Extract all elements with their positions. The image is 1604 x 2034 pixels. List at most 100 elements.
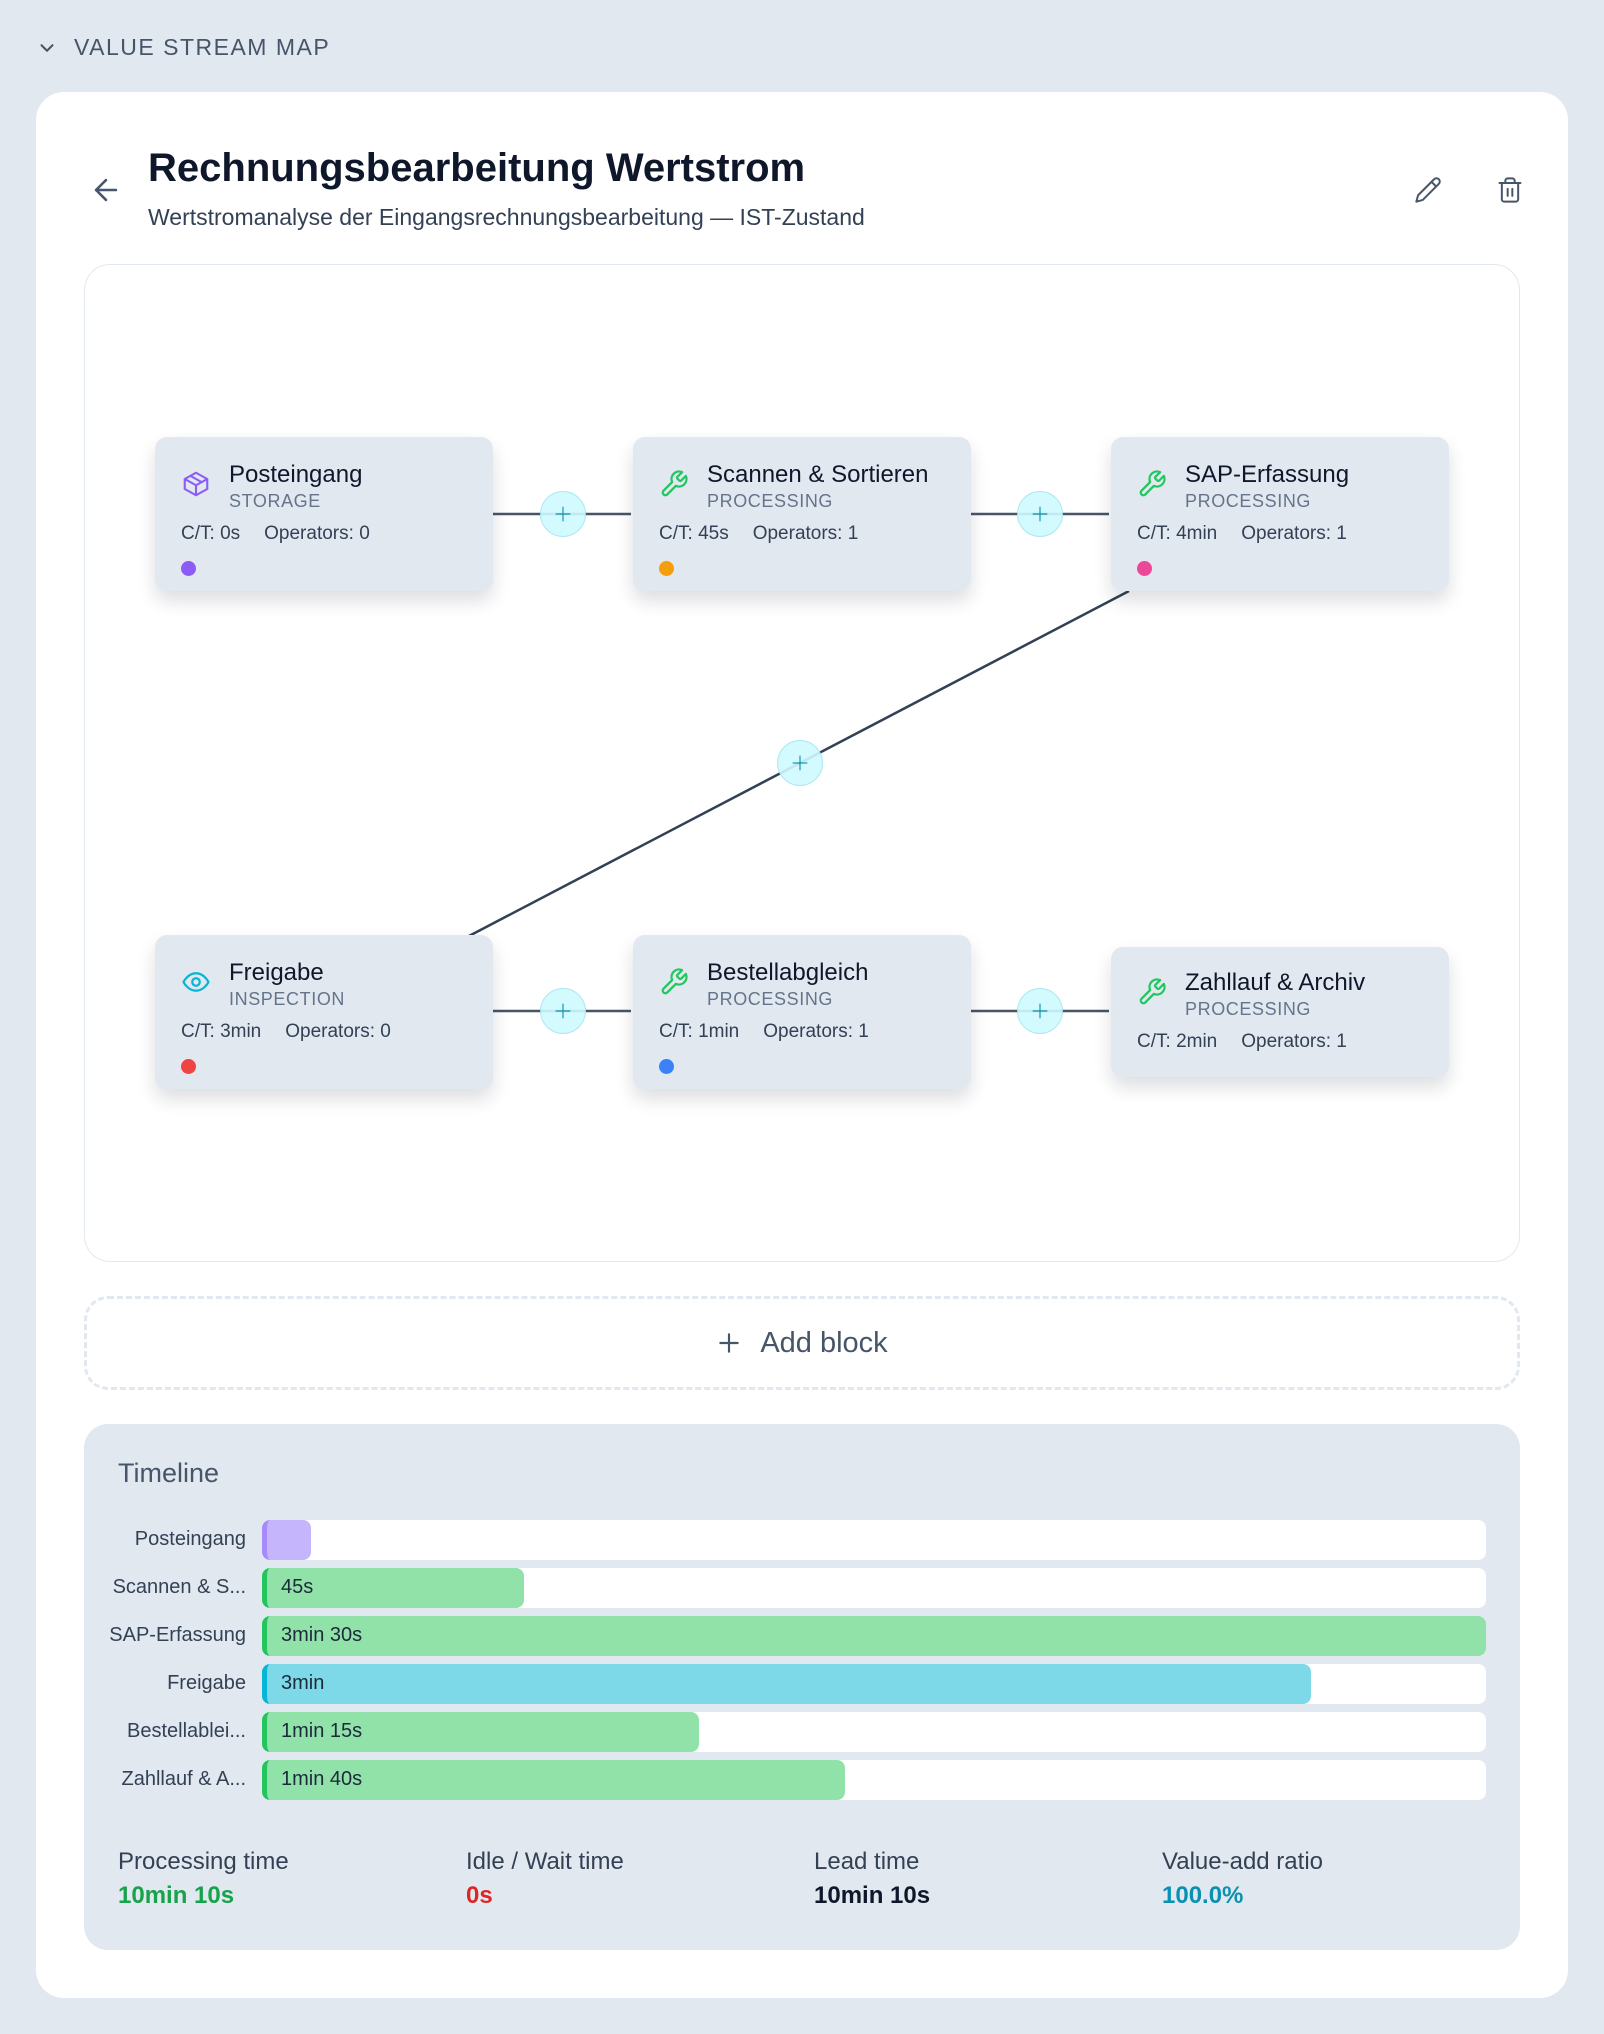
section-title: VALUE STREAM MAP bbox=[74, 34, 331, 60]
operators-label: Operators: bbox=[752, 523, 848, 544]
arrow-left-icon bbox=[94, 178, 118, 202]
page-title: Rechnungsbearbeitung Wertstrom bbox=[148, 146, 806, 190]
timeline-track: 3min bbox=[262, 1664, 1486, 1704]
block-type: PROCESSING bbox=[707, 989, 834, 1009]
cycle-time: 0s bbox=[220, 523, 241, 544]
operators-label: Operators: bbox=[285, 1021, 381, 1042]
timeline-row: Scannen & S... 45s bbox=[84, 1568, 1520, 1608]
summary-metric: Value-add ratio 100.0% bbox=[1162, 1848, 1323, 1910]
insert-node-button[interactable] bbox=[777, 740, 823, 786]
wrench-icon bbox=[659, 469, 689, 499]
timeline-bar: 45s bbox=[262, 1568, 524, 1608]
flow-block[interactable]: SAP-Erfassung PROCESSING C/T: 4min Operat… bbox=[1111, 437, 1449, 591]
flow-block[interactable]: Freigabe INSPECTION C/T: 3min Operators: … bbox=[155, 935, 493, 1089]
block-stats: C/T: 3min Operators: 0 bbox=[181, 1021, 391, 1043]
flow-block[interactable]: Posteingang STORAGE C/T: 0s Operators: 0 bbox=[155, 437, 493, 591]
wrench-icon bbox=[1137, 469, 1167, 499]
timeline-row: Bestellablei... 1min 15s bbox=[84, 1712, 1520, 1752]
operators-count: 0 bbox=[380, 1021, 391, 1042]
value-stream-card: Rechnungsbearbeitung Wertstrom Wertstrom… bbox=[36, 92, 1568, 1998]
add-block-label: Add block bbox=[760, 1326, 888, 1359]
cycle-time-label: C/T: bbox=[1137, 1031, 1177, 1052]
add-block-button[interactable]: Add block bbox=[84, 1296, 1520, 1390]
timeline-title: Timeline bbox=[118, 1458, 220, 1488]
summary-metric: Processing time 10min 10s bbox=[118, 1848, 289, 1910]
timeline-row: Zahllauf & A... 1min 40s bbox=[84, 1760, 1520, 1800]
timeline-row-label: SAP-Erfassung bbox=[109, 1624, 246, 1646]
plus-icon bbox=[792, 755, 808, 771]
cycle-time-label: C/T: bbox=[181, 1021, 221, 1042]
status-dot bbox=[1137, 561, 1152, 576]
flow-block[interactable]: Zahllauf & Archiv PROCESSING C/T: 2min Op… bbox=[1111, 947, 1449, 1077]
timeline-track: 3min 30s bbox=[262, 1616, 1486, 1656]
metric-value: 10min 10s bbox=[814, 1882, 931, 1909]
block-type: PROCESSING bbox=[707, 491, 834, 511]
timeline-row-label: Zahllauf & A... bbox=[121, 1768, 246, 1790]
operators-count: 1 bbox=[858, 1021, 869, 1042]
status-dot bbox=[659, 1059, 674, 1074]
summary-metric: Lead time 10min 10s bbox=[814, 1848, 930, 1910]
insert-node-button[interactable] bbox=[540, 988, 586, 1034]
cycle-time-label: C/T: bbox=[1137, 523, 1177, 544]
timeline-row: SAP-Erfassung 3min 30s bbox=[84, 1616, 1520, 1656]
operators-count: 1 bbox=[1336, 1031, 1347, 1052]
timeline-bar-value: 3min bbox=[281, 1672, 325, 1694]
wrench-icon bbox=[1137, 977, 1167, 1007]
timeline-bar: 1min 40s bbox=[262, 1760, 845, 1800]
cycle-time: 2min bbox=[1176, 1031, 1218, 1052]
timeline-bar: 3min 30s bbox=[262, 1616, 1486, 1656]
cycle-time-label: C/T: bbox=[659, 523, 699, 544]
timeline-bar: 1min 15s bbox=[262, 1712, 699, 1752]
timeline-bar bbox=[262, 1520, 311, 1560]
operators-count: 1 bbox=[1336, 523, 1347, 544]
timeline-bar-value: 45s bbox=[281, 1576, 314, 1598]
timeline-bar-value: 3min 30s bbox=[281, 1624, 363, 1646]
block-name: Scannen & Sortieren bbox=[707, 461, 929, 488]
insert-node-button[interactable] bbox=[1017, 988, 1063, 1034]
metric-value: 100.0% bbox=[1162, 1882, 1244, 1909]
plus-icon bbox=[1032, 1003, 1048, 1019]
block-name: Freigabe bbox=[229, 959, 324, 986]
cycle-time: 45s bbox=[698, 523, 729, 544]
block-type: STORAGE bbox=[229, 491, 321, 511]
status-dot bbox=[659, 561, 674, 576]
timeline-bar-value: 1min 15s bbox=[281, 1720, 363, 1742]
plus-icon bbox=[555, 506, 571, 522]
cycle-time-label: C/T: bbox=[181, 523, 221, 544]
metric-value: 10min 10s bbox=[118, 1882, 235, 1909]
timeline-bar: 3min bbox=[262, 1664, 1311, 1704]
block-stats: C/T: 2min Operators: 1 bbox=[1137, 1031, 1347, 1053]
back-button[interactable] bbox=[86, 170, 126, 210]
flow-block[interactable]: Scannen & Sortieren PROCESSING C/T: 45s O… bbox=[633, 437, 971, 591]
block-name: SAP-Erfassung bbox=[1185, 461, 1350, 488]
block-type: PROCESSING bbox=[1185, 491, 1312, 511]
metric-label: Processing time bbox=[118, 1848, 289, 1875]
cycle-time: 4min bbox=[1176, 523, 1218, 544]
section-header[interactable]: VALUE STREAM MAP bbox=[36, 34, 330, 61]
insert-node-button[interactable] bbox=[1017, 491, 1063, 537]
flow-block[interactable]: Bestellabgleich PROCESSING C/T: 1min Oper… bbox=[633, 935, 971, 1089]
timeline-track: 45s bbox=[262, 1568, 1486, 1608]
pencil-icon bbox=[1415, 177, 1441, 203]
status-dot bbox=[181, 1059, 196, 1074]
metric-label: Value-add ratio bbox=[1162, 1848, 1323, 1875]
chevron-down-icon[interactable] bbox=[36, 37, 58, 59]
block-name: Bestellabgleich bbox=[707, 959, 869, 986]
flow-canvas[interactable]: Posteingang STORAGE C/T: 0s Operators: 0 … bbox=[84, 264, 1520, 1262]
timeline-row-label: Scannen & S... bbox=[112, 1576, 246, 1598]
edit-button[interactable] bbox=[1406, 168, 1450, 212]
timeline-track: 1min 15s bbox=[262, 1712, 1486, 1752]
operators-label: Operators: bbox=[1241, 1031, 1337, 1052]
timeline-row-label: Bestellablei... bbox=[127, 1720, 246, 1742]
block-name: Zahllauf & Archiv bbox=[1185, 969, 1366, 996]
block-name: Posteingang bbox=[229, 461, 363, 488]
metric-label: Idle / Wait time bbox=[466, 1848, 624, 1875]
operators-label: Operators: bbox=[264, 523, 360, 544]
plus-icon bbox=[555, 1003, 571, 1019]
delete-button[interactable] bbox=[1488, 168, 1532, 212]
block-stats: C/T: 45s Operators: 1 bbox=[659, 523, 858, 545]
insert-node-button[interactable] bbox=[540, 491, 586, 537]
cycle-time: 3min bbox=[220, 1021, 262, 1042]
block-stats: C/T: 1min Operators: 1 bbox=[659, 1021, 869, 1043]
timeline-bar-value: 1min 40s bbox=[281, 1768, 363, 1790]
